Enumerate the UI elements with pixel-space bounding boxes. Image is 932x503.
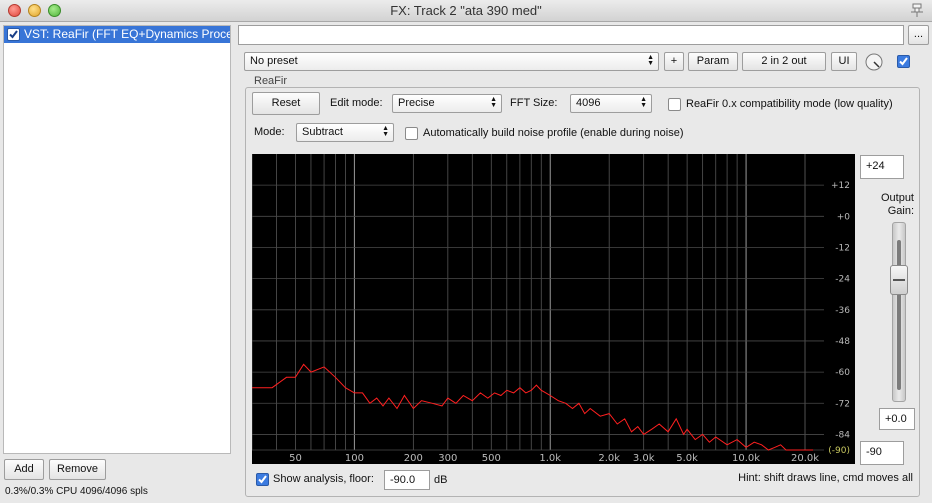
window-title: FX: Track 2 "ata 390 med" [390,3,542,18]
show-analysis-label: Show analysis, floor: [273,473,374,485]
hint-text: Hint: shift draws line, cmd moves all [738,472,913,484]
y-tick-label: -36 [835,306,850,316]
x-tick-label: 2.0k [598,453,620,464]
compat-mode-checkbox[interactable] [668,98,681,111]
fx-chain-list[interactable]: VST: ReaFir (FFT EQ+Dynamics Processor) … [3,25,231,454]
fx-enable-checkbox[interactable] [7,28,20,41]
x-tick-label: 10.0k [732,453,760,464]
mode-value: Subtract [302,126,343,138]
edit-mode-value: Precise [398,97,435,109]
fx-chain-item-label: VST: ReaFir (FFT EQ+Dynamics Processor) … [24,27,230,41]
y-tick-label: -48 [835,337,850,347]
fft-size-value: 4096 [576,97,601,109]
x-tick-label: 500 [482,453,501,464]
x-tick-label: 300 [438,453,457,464]
y-tick-label: +0 [837,212,851,222]
updown-arrows-icon: ▲ ▼ [490,96,497,109]
top-db-field[interactable]: +24 [860,155,904,179]
output-gain-slider-thumb[interactable] [890,265,908,295]
auto-noise-label: Automatically build noise profile (enabl… [423,127,684,139]
edit-mode-label: Edit mode: [330,97,383,109]
compat-mode-label: ReaFir 0.x compatibility mode (low quali… [686,98,893,110]
wet-dry-knob-icon[interactable] [864,52,884,72]
spectrum-graph[interactable]: +12 +0 -12 -24 -36 -48 -60 -72 -84 (-90) 50 100 200 3… [252,154,855,464]
analysis-floor-field[interactable]: -90.0 [384,470,430,490]
y-tick-label: -84 [835,430,850,440]
fx-chain-item[interactable]: VST: ReaFir (FFT EQ+Dynamics Processor) … [4,26,230,43]
fft-size-label: FFT Size: [510,97,558,109]
io-routing-button[interactable]: 2 in 2 out [742,52,826,71]
output-gain-field[interactable]: +0.0 [879,408,915,430]
y-tick-label: (-90) [828,446,850,456]
check-icon [899,57,908,66]
bypass-checkbox[interactable] [897,55,910,68]
show-analysis-checkbox[interactable] [256,473,269,486]
more-options-button[interactable]: ... [908,25,929,45]
updown-arrows-icon: ▲ ▼ [382,125,389,138]
y-tick-label: -12 [835,243,850,253]
remove-fx-button[interactable]: Remove [49,459,106,480]
edit-mode-select[interactable]: Precise ▲ ▼ [392,94,502,113]
updown-arrows-icon: ▲ ▼ [647,54,654,67]
pin-icon[interactable] [910,3,924,18]
y-tick-label: -24 [835,275,850,285]
mode-label: Mode: [254,126,285,138]
cpu-status: 0.3%/0.3% CPU 4096/4096 spls [5,486,148,497]
x-tick-label: 5.0k [676,453,698,464]
y-tick-label: -72 [835,399,850,409]
updown-arrows-icon: ▲ ▼ [640,96,647,109]
title-bar[interactable]: FX: Track 2 "ata 390 med" [0,0,932,22]
mode-select[interactable]: Subtract ▲ ▼ [296,123,394,142]
db-unit-label: dB [434,474,448,486]
x-tick-label: 50 [289,453,302,464]
y-tick-label: +12 [831,181,850,191]
output-gain-label-2: Gain: [887,205,914,217]
add-fx-button[interactable]: Add [4,459,44,480]
plugin-name: ReaFir [254,75,288,87]
y-tick-label: -60 [835,368,850,378]
slider-groove [897,240,901,390]
x-tick-label: 1.0k [539,453,561,464]
output-gain-label-1: Output [880,192,914,204]
add-preset-button[interactable]: + [664,52,684,71]
check-icon [258,475,267,484]
fx-name-field[interactable] [238,25,904,45]
auto-noise-checkbox[interactable] [405,127,418,140]
x-tick-label: 20.0k [791,453,819,464]
check-icon [9,30,18,39]
preset-select[interactable]: No preset ▲ ▼ [244,52,659,71]
analysis-curve [252,363,814,451]
bottom-db-field[interactable]: -90 [860,441,904,465]
ui-button[interactable]: UI [831,52,857,71]
x-tick-label: 3.0k [633,453,655,464]
preset-value: No preset [250,55,298,67]
x-tick-label: 100 [345,453,364,464]
x-tick-label: 200 [404,453,423,464]
fft-size-select[interactable]: 4096 ▲ ▼ [570,94,652,113]
param-button[interactable]: Param [688,52,738,71]
reset-button[interactable]: Reset [252,92,320,115]
